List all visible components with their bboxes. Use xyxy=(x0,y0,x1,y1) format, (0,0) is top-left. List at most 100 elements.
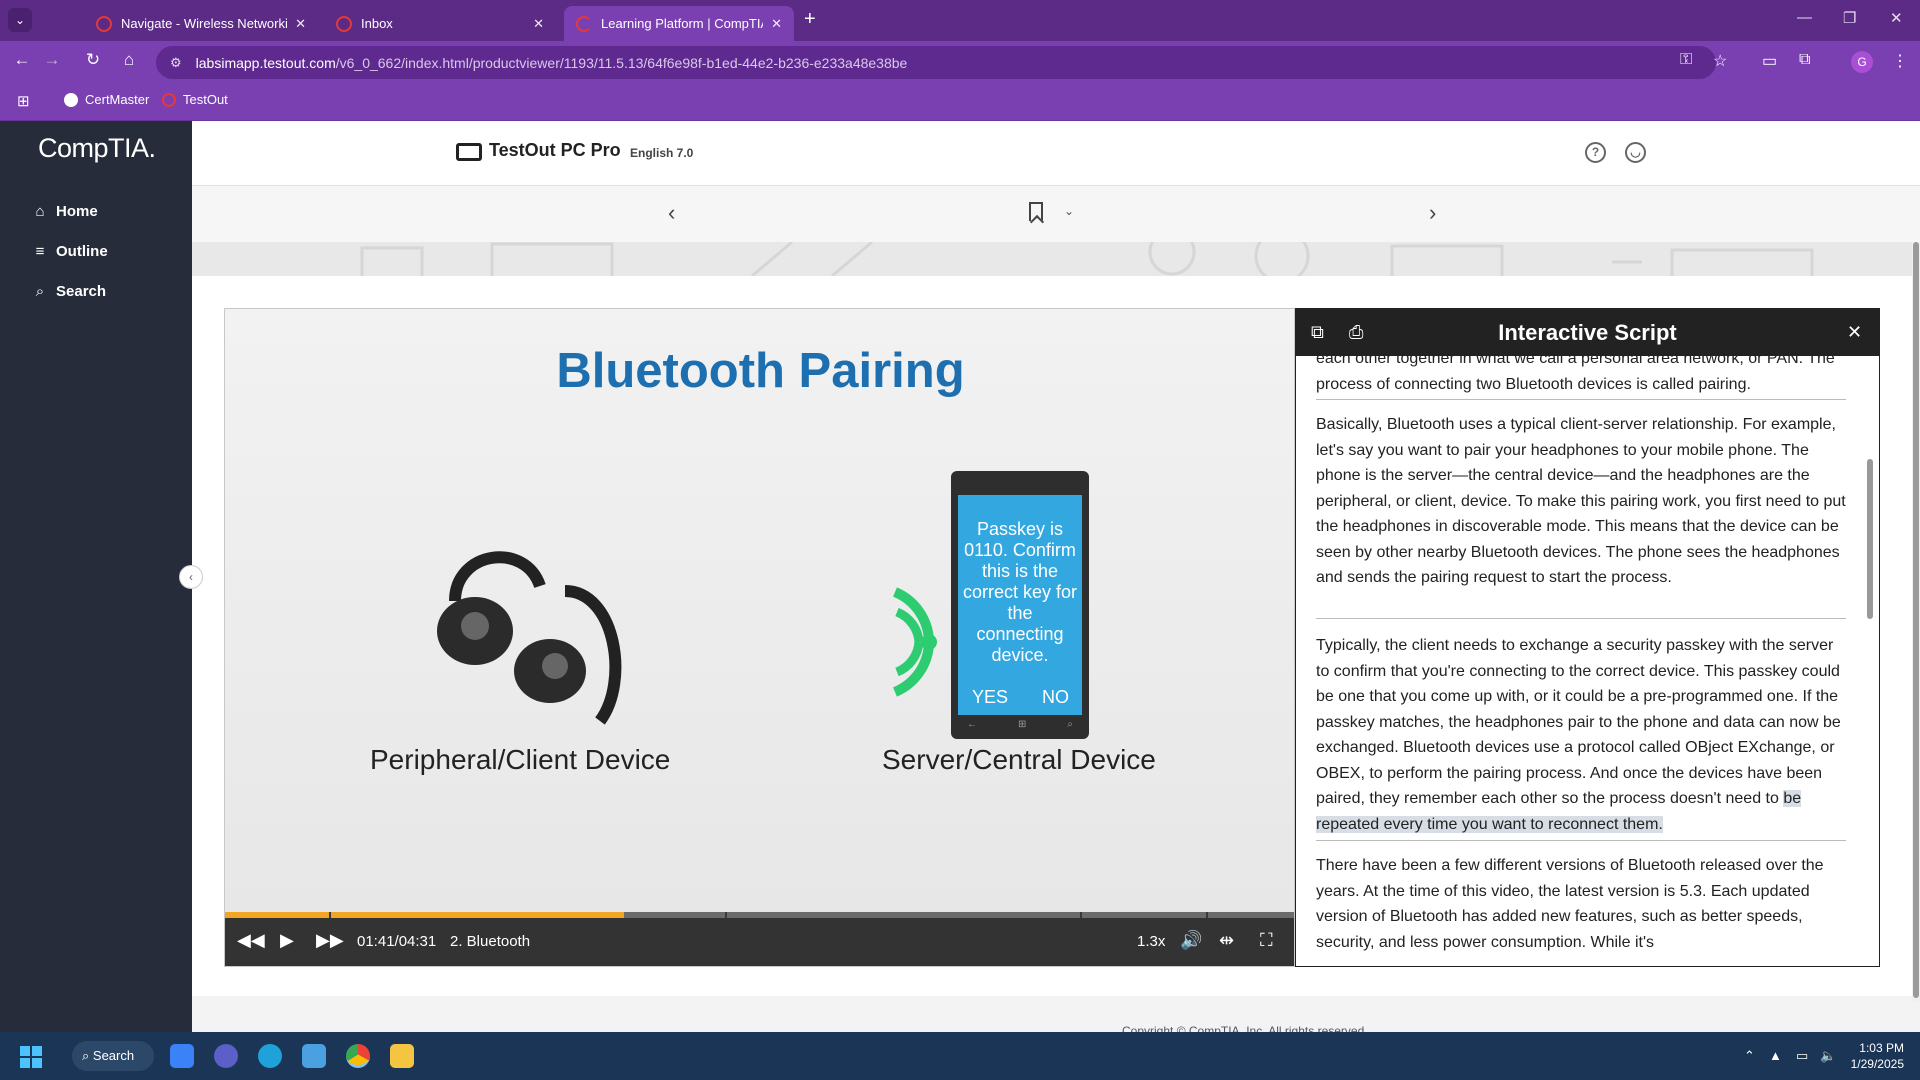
url-host: labsimapp.testout.com xyxy=(195,54,336,71)
script-paragraph[interactable]: Typically, the client needs to exchange … xyxy=(1316,633,1846,837)
tab-learning-platform[interactable]: Learning Platform | CompTIA ✕ xyxy=(564,6,794,41)
account-icon[interactable]: ◡ xyxy=(1625,142,1646,163)
taskbar-clock[interactable]: 1:03 PM 1/29/2025 xyxy=(1844,1040,1904,1072)
password-key-icon[interactable]: ⚿ xyxy=(1680,51,1692,69)
close-icon[interactable]: ✕ xyxy=(771,16,782,32)
clock-time: 1:03 PM xyxy=(1859,1041,1904,1055)
page-scrollbar-thumb[interactable] xyxy=(1913,242,1919,998)
interactive-script-panel: ⧉ ⎙ Interactive Script ✕ each other toge… xyxy=(1295,308,1880,967)
testout-icon xyxy=(162,92,176,107)
network-icon[interactable]: ▭ xyxy=(1796,1048,1808,1064)
forward-icon[interactable]: → xyxy=(40,50,64,70)
url-path: /v6_0_662/index.html/productviewer/1193/… xyxy=(335,54,908,71)
site-info-icon[interactable]: ⚙ xyxy=(170,55,182,71)
script-title: Interactive Script xyxy=(1498,320,1677,345)
sidebar-item-home[interactable]: ⌂ Home xyxy=(32,203,97,220)
certmaster-icon xyxy=(64,92,78,107)
teams-icon[interactable] xyxy=(214,1044,238,1068)
help-icon[interactable]: ? xyxy=(1585,142,1606,163)
decorative-banner xyxy=(192,242,1920,276)
folder-icon[interactable] xyxy=(390,1044,414,1068)
phone-yes-label: YES xyxy=(972,687,1009,707)
tab-navigate[interactable]: Navigate - Wireless Networking ✕ xyxy=(84,6,318,41)
window-close-icon[interactable]: ✕ xyxy=(1890,9,1903,27)
chrome-icon[interactable] xyxy=(346,1044,370,1068)
home-icon: ⌂ xyxy=(35,203,45,220)
fast-forward-icon[interactable]: ▶▶ xyxy=(316,930,344,951)
store-icon[interactable] xyxy=(302,1044,326,1068)
slide-title: Bluetooth Pairing xyxy=(556,344,965,398)
script-scrollbar[interactable] xyxy=(1867,359,1873,919)
clock-date: 1/29/2025 xyxy=(1850,1057,1904,1071)
play-icon[interactable]: ▶ xyxy=(280,930,294,951)
script-body[interactable]: each other together in what we call a pe… xyxy=(1296,356,1866,966)
transcript-toggle-icon[interactable]: ⇹ xyxy=(1219,930,1234,951)
phone-image: Passkey is 0110. Confirm this is the cor… xyxy=(951,471,1089,739)
reload-icon[interactable]: ↻ xyxy=(81,50,105,70)
video-player[interactable]: Bluetooth Pairing Peripheral/Client Devi… xyxy=(224,308,1295,967)
central-device-label: Server/Central Device xyxy=(882,744,1156,775)
tab-inbox[interactable]: Inbox ✕ xyxy=(324,6,556,41)
paragraph-divider xyxy=(1316,840,1846,841)
minimize-icon[interactable]: — xyxy=(1797,9,1812,26)
chevron-down-icon[interactable]: ⌄ xyxy=(1064,204,1074,218)
address-bar[interactable]: ⚙ labsimapp.testout.com/v6_0_662/index.h… xyxy=(156,46,1716,79)
browser-menu-icon[interactable]: ⋮ xyxy=(1892,51,1908,71)
comptia-logo[interactable]: CompTIA. xyxy=(38,133,156,164)
search-icon: ⌕ xyxy=(35,283,45,300)
home-icon[interactable]: ⌂ xyxy=(117,50,141,70)
drive-icon[interactable]: ▲ xyxy=(1769,1048,1782,1063)
profile-avatar[interactable]: G xyxy=(1851,51,1873,73)
file-explorer-widget-icon[interactable] xyxy=(170,1044,194,1068)
fullscreen-icon[interactable]: ⛶ xyxy=(1260,930,1273,951)
back-icon[interactable]: ← xyxy=(10,50,34,70)
bookmark-label: TestOut xyxy=(183,92,228,107)
close-icon[interactable]: ✕ xyxy=(1847,322,1862,343)
script-header: ⧉ ⎙ Interactive Script ✕ xyxy=(1296,309,1879,356)
bookmarks-bar: ⊞ CertMaster TestOut xyxy=(0,83,1920,121)
tab-label: Inbox xyxy=(361,16,393,31)
next-lesson-icon[interactable]: › xyxy=(1429,200,1436,226)
script-scrollbar-thumb[interactable] xyxy=(1867,459,1873,619)
phone-no-label: NO xyxy=(1042,687,1069,707)
volume-icon[interactable]: 🔊 xyxy=(1180,930,1202,951)
close-icon[interactable]: ✕ xyxy=(533,16,544,32)
page-scrollbar[interactable] xyxy=(1912,242,1920,1002)
windows-taskbar: ⌕ Search ⌃ ▲ ▭ 🔈 1:03 PM 1/29/2025 xyxy=(0,1032,1920,1080)
tab-search-menu-icon[interactable]: ⌄ xyxy=(8,8,32,32)
bookmark-icon[interactable] xyxy=(1029,202,1043,221)
previous-lesson-icon[interactable]: ‹ xyxy=(668,200,675,226)
script-paragraph[interactable]: Basically, Bluetooth uses a typical clie… xyxy=(1316,412,1846,591)
peripheral-device-label: Peripheral/Client Device xyxy=(370,744,671,775)
playback-speed-button[interactable]: 1.3x xyxy=(1137,933,1165,950)
volume-icon[interactable]: 🔈 xyxy=(1820,1048,1836,1064)
sidebar-item-outline[interactable]: ≡ Outline xyxy=(32,243,108,260)
bookmark-star-icon[interactable]: ☆ xyxy=(1713,51,1727,71)
windows-start-icon[interactable] xyxy=(20,1046,42,1068)
sidebar-item-search[interactable]: ⌕ Search xyxy=(32,283,106,300)
taskbar-search[interactable]: ⌕ Search xyxy=(72,1041,154,1071)
paragraph-divider xyxy=(1316,399,1846,400)
collapse-sidebar-icon[interactable]: ‹ xyxy=(179,565,203,589)
extensions-icon[interactable]: ⧉ xyxy=(1799,51,1810,69)
paragraph-divider xyxy=(1316,618,1846,619)
sidebar-item-label: Outline xyxy=(56,243,108,260)
script-paragraph[interactable]: each other together in what we call a pe… xyxy=(1316,356,1846,397)
page-footer: Copyright © CompTIA, Inc. All rights res… xyxy=(192,996,1912,1038)
edge-icon[interactable] xyxy=(258,1044,282,1068)
restore-icon[interactable]: ❐ xyxy=(1843,9,1856,27)
sidebar-item-label: Search xyxy=(56,283,107,300)
script-paragraph[interactable]: There have been a few different versions… xyxy=(1316,853,1846,955)
bookmark-testout[interactable]: TestOut xyxy=(162,92,228,107)
app-sidebar: CompTIA. ⌂ Home ≡ Outline ⌕ Search xyxy=(0,121,192,1032)
rewind-icon[interactable]: ◀◀ xyxy=(237,930,265,951)
apps-grid-icon[interactable]: ⊞ xyxy=(17,92,30,110)
new-tab-button[interactable]: + xyxy=(804,8,816,31)
chapter-title[interactable]: 2. Bluetooth xyxy=(450,933,530,950)
video-controls: ◀◀ ▶ ▶▶ 01:41/04:31 2. Bluetooth 1.3x 🔊 … xyxy=(225,918,1294,966)
cast-icon[interactable]: ▭ xyxy=(1762,51,1777,71)
testout-favicon-icon xyxy=(336,15,352,32)
tray-chevron-icon[interactable]: ⌃ xyxy=(1744,1048,1755,1064)
close-icon[interactable]: ✕ xyxy=(295,16,306,32)
bookmark-certmaster[interactable]: CertMaster xyxy=(64,92,149,107)
